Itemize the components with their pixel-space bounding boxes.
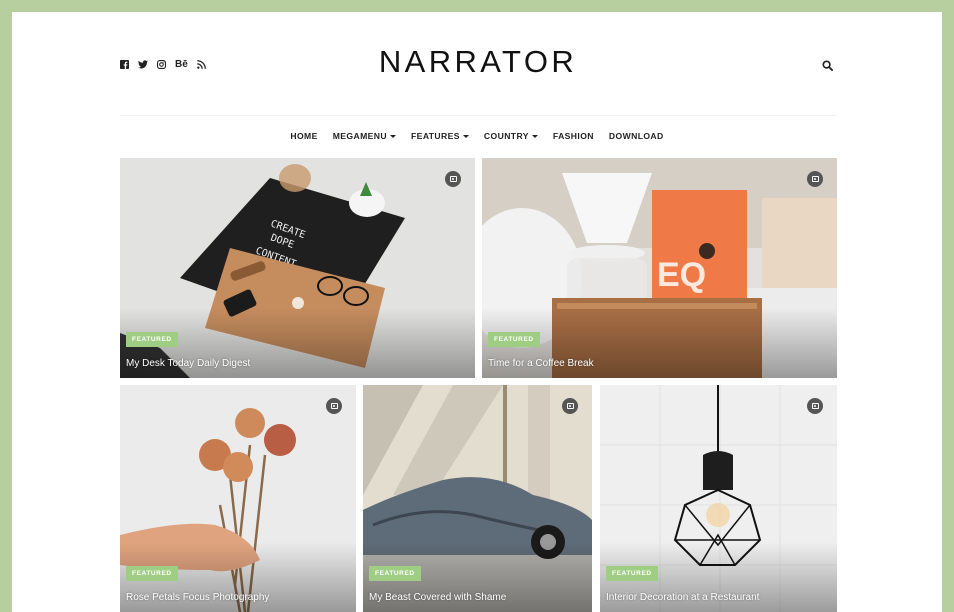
- post-card[interactable]: CREATE DOPE CONTENT FEATURED My Desk Tod…: [120, 158, 475, 378]
- header-divider: [120, 115, 836, 116]
- caret-down-icon: [462, 134, 469, 138]
- svg-text:EQ: EQ: [657, 256, 706, 294]
- site-header: Bē NARRATOR: [120, 12, 836, 116]
- post-title[interactable]: Rose Petals Focus Photography: [126, 592, 269, 603]
- post-title[interactable]: My Desk Today Daily Digest: [126, 358, 250, 369]
- nav-item-country[interactable]: COUNTRY: [484, 131, 538, 141]
- featured-badge[interactable]: FEATURED: [606, 566, 658, 581]
- page-frame: Bē NARRATOR HOME MEGAMENU FEATURES COUNT…: [12, 12, 942, 612]
- post-card[interactable]: FEATURED My Beast Covered with Shame: [363, 385, 592, 612]
- camera-icon: [326, 398, 342, 414]
- post-card[interactable]: EQ FEATURED Time for a Coffee Break: [482, 158, 837, 378]
- nav-item-megamenu[interactable]: MEGAMENU: [333, 131, 397, 141]
- caret-down-icon: [531, 134, 538, 138]
- post-card[interactable]: FEATURED Rose Petals Focus Photography: [120, 385, 356, 612]
- featured-badge[interactable]: FEATURED: [126, 332, 178, 347]
- post-card[interactable]: FEATURED Interior Decoration at a Restau…: [600, 385, 837, 612]
- camera-icon: [807, 171, 823, 187]
- post-title[interactable]: My Beast Covered with Shame: [369, 592, 506, 603]
- featured-badge[interactable]: FEATURED: [488, 332, 540, 347]
- search-icon[interactable]: [822, 58, 836, 72]
- caret-down-icon: [390, 134, 397, 138]
- nav-item-home[interactable]: HOME: [290, 131, 317, 141]
- nav-item-fashion[interactable]: FASHION: [553, 131, 594, 141]
- site-logo[interactable]: NARRATOR: [120, 44, 836, 80]
- featured-badge[interactable]: FEATURED: [126, 566, 178, 581]
- main-nav: HOME MEGAMENU FEATURES COUNTRY FASHION D…: [12, 131, 942, 141]
- nav-item-features[interactable]: FEATURES: [411, 131, 469, 141]
- post-title[interactable]: Interior Decoration at a Restaurant: [606, 592, 759, 603]
- camera-icon: [562, 398, 578, 414]
- nav-item-download[interactable]: DOWNLOAD: [609, 131, 664, 141]
- featured-badge[interactable]: FEATURED: [369, 566, 421, 581]
- camera-icon: [445, 171, 461, 187]
- camera-icon: [807, 398, 823, 414]
- post-title[interactable]: Time for a Coffee Break: [488, 358, 594, 369]
